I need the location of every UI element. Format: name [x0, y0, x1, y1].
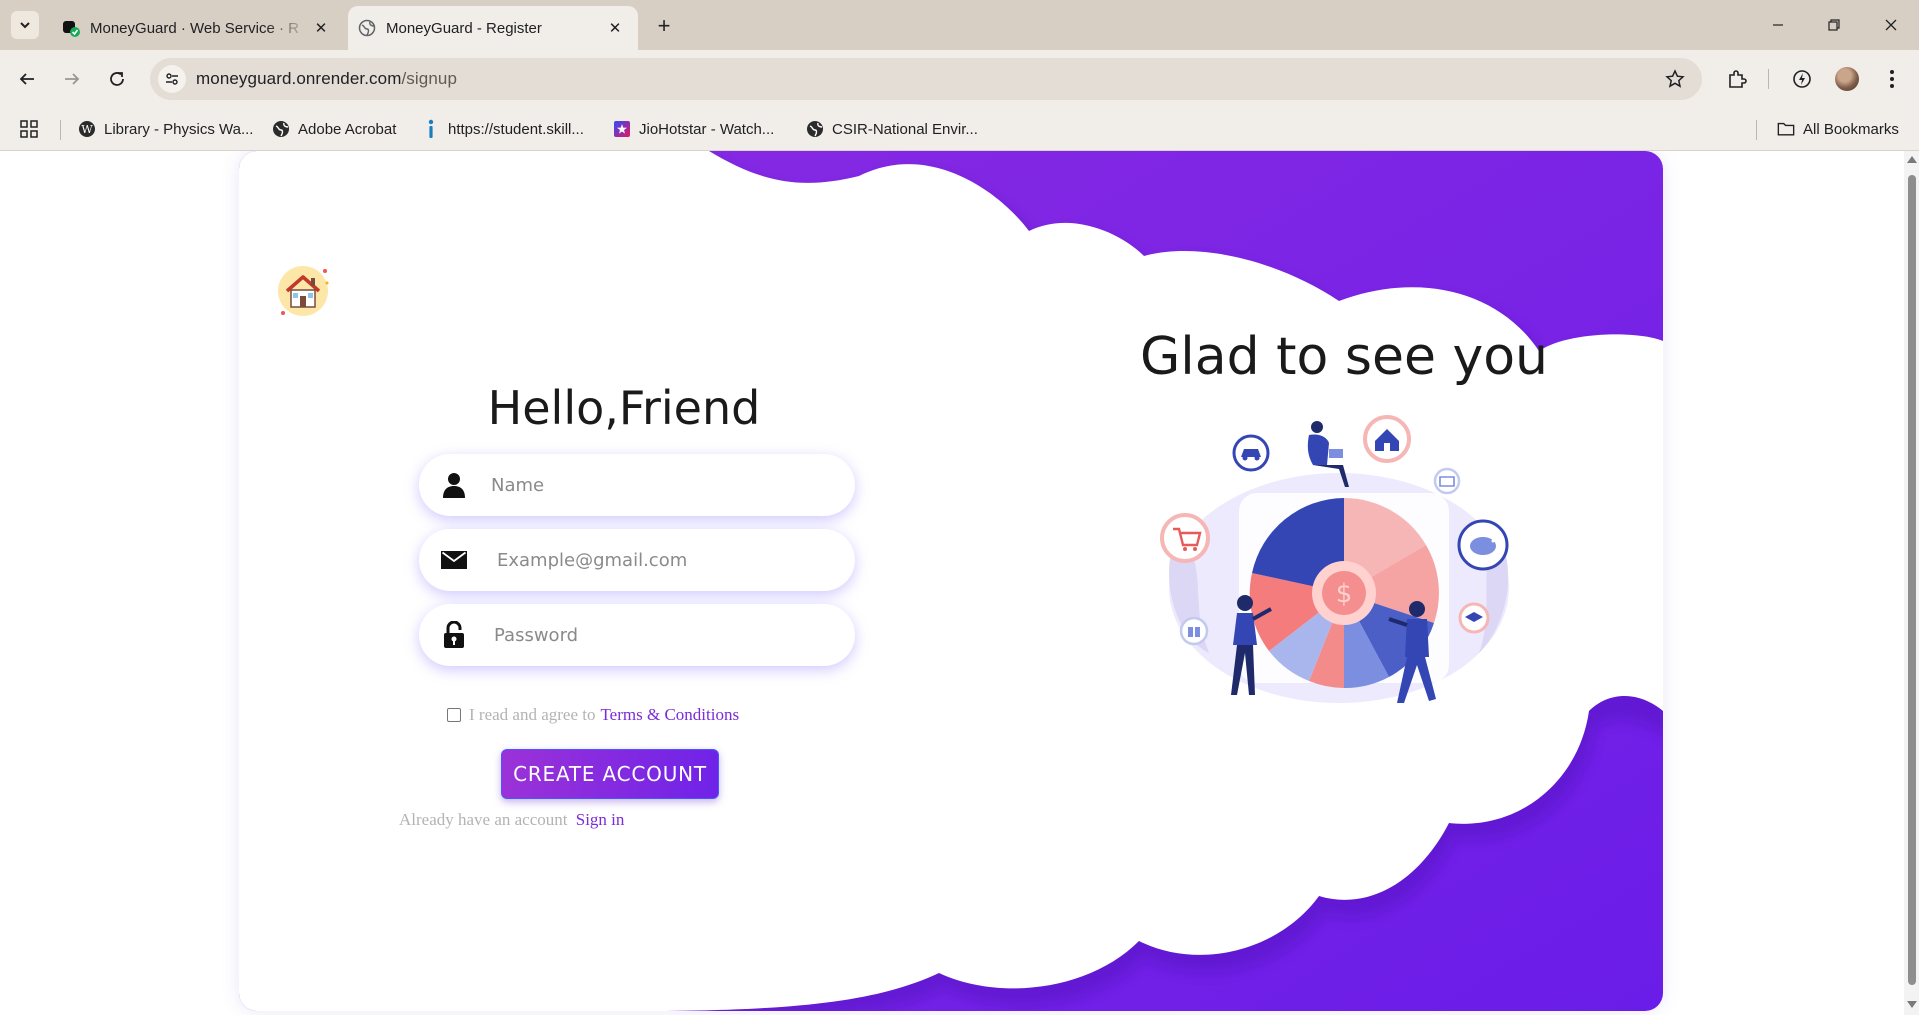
url-text: moneyguard.onrender.com/signup [196, 69, 457, 89]
bookmark-label: JioHotstar - Watch... [639, 120, 775, 138]
signin-prefix: Already have an account [399, 810, 568, 829]
terms-checkbox[interactable] [447, 708, 461, 722]
email-field[interactable] [419, 529, 855, 591]
tab-title: MoneyGuard · Web Service · R [90, 19, 299, 37]
performance-icon[interactable] [1786, 63, 1818, 95]
signin-row: Already have an account Sign in [399, 810, 624, 830]
page-scrollbar[interactable] [1904, 151, 1919, 1015]
bookmark-student-skill[interactable]: https://student.skill... [422, 117, 584, 141]
minimize-icon[interactable] [1758, 10, 1798, 40]
terms-link[interactable]: Terms & Conditions [600, 705, 739, 725]
tab-search-button[interactable] [11, 11, 39, 39]
globe-icon [272, 120, 290, 138]
globe-icon [806, 120, 824, 138]
scrollbar-thumb[interactable] [1908, 175, 1916, 985]
new-tab-plus-icon[interactable]: + [650, 12, 678, 40]
page-viewport: Hello,Friend I read and agree to Terms &… [0, 151, 1904, 1015]
hotstar-icon [613, 120, 631, 138]
name-input[interactable] [489, 473, 813, 497]
house-logo-icon[interactable] [275, 263, 331, 319]
svg-text:$: $ [1336, 579, 1353, 609]
lock-icon [439, 620, 469, 650]
site-info-icon[interactable] [158, 65, 186, 93]
close-tab-icon[interactable]: ✕ [604, 17, 626, 39]
email-input[interactable] [495, 548, 819, 572]
chevron-down-icon [20, 22, 30, 29]
bookmarks-bar: W Library - Physics Wa... Adobe Acrobat … [0, 108, 1919, 151]
name-field[interactable] [419, 454, 855, 516]
bookmark-star-icon[interactable] [1664, 68, 1686, 90]
globe-icon [358, 19, 376, 37]
bookmark-csir[interactable]: CSIR-National Envir... [806, 117, 978, 141]
bookmarks-divider [60, 120, 61, 140]
folder-icon [1777, 120, 1795, 138]
car-icon [1232, 434, 1270, 472]
form-title: Hello,Friend [487, 381, 761, 435]
forward-arrow-icon[interactable] [56, 63, 88, 95]
terms-prefix: I read and agree to [469, 705, 596, 724]
create-account-button[interactable]: CREATE ACCOUNT [501, 749, 719, 799]
graduation-cap-icon [1458, 602, 1490, 634]
browser-toolbar: moneyguard.onrender.com/signup [0, 50, 1919, 108]
gift-icon [1179, 616, 1209, 646]
bookmarks-divider [1756, 120, 1757, 140]
restore-icon[interactable] [1814, 10, 1854, 40]
close-window-icon[interactable] [1871, 10, 1911, 40]
apps-grid-icon[interactable] [20, 117, 38, 141]
avatar [1835, 67, 1859, 91]
shopping-cart-icon [1160, 513, 1210, 563]
all-bookmarks-button[interactable]: All Bookmarks [1777, 117, 1899, 141]
extensions-puzzle-icon[interactable] [1721, 63, 1753, 95]
back-arrow-icon[interactable] [11, 63, 43, 95]
bookmark-label: https://student.skill... [448, 120, 584, 138]
password-input[interactable] [492, 623, 816, 647]
password-field[interactable] [419, 604, 855, 666]
svg-text:W: W [81, 123, 93, 136]
profile-avatar[interactable] [1831, 63, 1863, 95]
render-favicon-icon [62, 19, 80, 37]
piggy-bank-icon [1457, 519, 1509, 571]
terms-row: I read and agree to Terms & Conditions [447, 705, 739, 725]
browser-tab-strip: MoneyGuard · Web Service · R ✕ MoneyGuar… [0, 0, 1919, 50]
info-icon [422, 119, 440, 138]
book-icon [1433, 467, 1461, 495]
tab-moneyguard-register[interactable]: MoneyGuard - Register ✕ [348, 6, 638, 50]
bookmark-adobe-acrobat[interactable]: Adobe Acrobat [272, 117, 396, 141]
bookmark-library-physics[interactable]: W Library - Physics Wa... [78, 117, 253, 141]
bookmark-label: Adobe Acrobat [298, 120, 397, 138]
url-host: moneyguard.onrender.com [196, 69, 402, 88]
scroll-up-arrow-icon[interactable] [1907, 156, 1917, 163]
menu-kebab-icon[interactable] [1876, 63, 1908, 95]
scroll-down-arrow-icon[interactable] [1907, 1001, 1917, 1008]
finance-illustration: $ [1160, 415, 1509, 703]
close-tab-icon[interactable]: ✕ [310, 17, 332, 39]
reload-icon[interactable] [101, 63, 133, 95]
signup-card: Hello,Friend I read and agree to Terms &… [239, 151, 1663, 1011]
all-bookmarks-label: All Bookmarks [1803, 120, 1899, 138]
tab-title: MoneyGuard - Register [386, 19, 542, 37]
signin-link[interactable]: Sign in [576, 810, 625, 829]
tab-moneyguard-web-service[interactable]: MoneyGuard · Web Service · R ✕ [52, 6, 344, 50]
user-icon [439, 470, 469, 500]
bookmark-label: Library - Physics Wa... [104, 120, 254, 138]
bookmark-jiohotstar[interactable]: JioHotstar - Watch... [613, 117, 774, 141]
toolbar-divider [1768, 69, 1769, 89]
url-path: /signup [401, 69, 458, 88]
wordpress-icon: W [78, 120, 96, 138]
home-icon [1363, 415, 1411, 463]
welcome-heading: Glad to see you [1139, 327, 1549, 387]
address-bar[interactable]: moneyguard.onrender.com/signup [150, 58, 1702, 100]
envelope-icon [439, 545, 469, 575]
bookmark-label: CSIR-National Envir... [832, 120, 978, 138]
